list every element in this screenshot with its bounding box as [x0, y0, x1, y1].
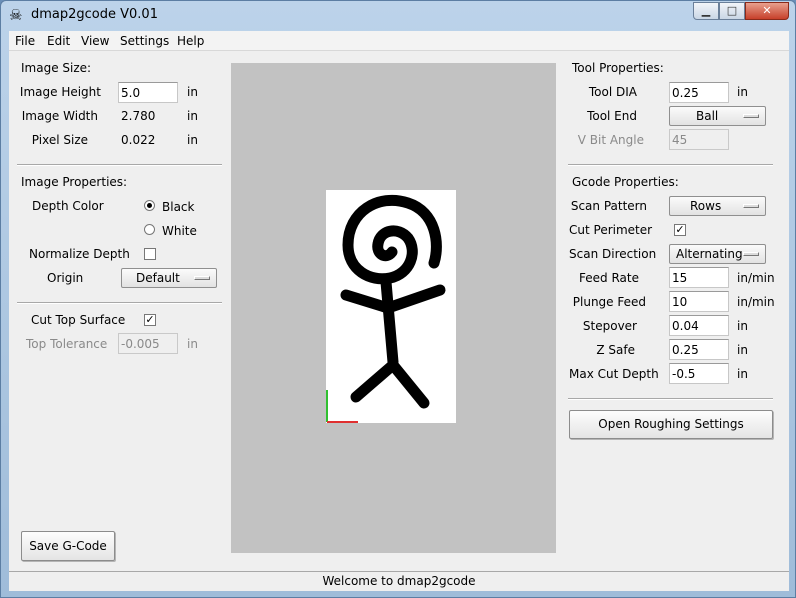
plunge-feed-label: Plunge Feed [572, 295, 646, 309]
app-window: ☠ dmap2gcode V0.01 ▁ □ ✕ File Edit View … [0, 0, 796, 598]
window-title: dmap2gcode V0.01 [31, 7, 158, 22]
figure-body [380, 276, 399, 368]
max-cut-depth-input[interactable] [669, 363, 729, 384]
depth-white-label: White [162, 224, 197, 238]
tool-dia-label: Tool DIA [588, 85, 637, 99]
maximize-button[interactable]: □ [719, 2, 745, 20]
menu-settings[interactable]: Settings [120, 34, 169, 48]
feed-rate-input[interactable] [669, 267, 729, 288]
cut-top-surface-checkbox[interactable]: ✓ [144, 314, 156, 326]
depth-white-radio[interactable] [144, 224, 155, 235]
max-cut-depth-label: Max Cut Depth [569, 367, 659, 381]
stepover-input[interactable] [669, 315, 729, 336]
spiral-head [342, 194, 442, 285]
image-width-value: 2.780 [121, 109, 156, 123]
tool-dia-unit: in [737, 85, 748, 99]
cut-perimeter-label: Cut Perimeter [569, 223, 653, 237]
scan-direction-label: Scan Direction [569, 247, 657, 261]
cut-perimeter-checkbox[interactable]: ✓ [674, 224, 686, 236]
top-tolerance-input [118, 333, 178, 354]
feed-rate-unit: in/min [737, 271, 775, 285]
window-controls: ▁ □ ✕ [693, 2, 789, 20]
skull-icon: ☠ [9, 6, 23, 24]
separator [568, 398, 773, 400]
title-bar[interactable]: ☠ dmap2gcode V0.01 ▁ □ ✕ [1, 1, 795, 29]
dropdown-indicator-icon [743, 114, 759, 118]
top-tolerance-unit: in [187, 337, 198, 351]
depth-color-label: Depth Color [32, 199, 104, 213]
depth-black-label: Black [162, 200, 195, 214]
menu-bar: File Edit View Settings Help [9, 31, 789, 51]
separator [568, 164, 773, 166]
menu-view[interactable]: View [81, 34, 109, 48]
figure-left-leg [350, 359, 399, 403]
figure-right-leg [387, 359, 430, 409]
dropdown-indicator-icon [743, 204, 759, 208]
tool-end-label: Tool End [587, 109, 637, 123]
max-cut-depth-unit: in [737, 367, 748, 381]
stick-figure-image [326, 194, 446, 423]
plunge-feed-input[interactable] [669, 291, 729, 312]
scan-pattern-label: Scan Pattern [570, 199, 647, 213]
vbit-angle-input [669, 129, 729, 150]
cut-top-surface-label: Cut Top Surface [31, 313, 126, 327]
pixel-size-label: Pixel Size [31, 133, 88, 147]
top-tolerance-label: Top Tolerance [26, 337, 108, 351]
minimize-button[interactable]: ▁ [693, 2, 719, 20]
z-safe-label: Z Safe [596, 343, 635, 357]
separator [17, 302, 222, 304]
stepover-unit: in [737, 319, 748, 333]
image-height-label: Image Height [19, 85, 101, 99]
status-bar: Welcome to dmap2gcode [9, 571, 789, 591]
preview-canvas[interactable] [231, 63, 556, 553]
pixel-size-unit: in [187, 133, 198, 147]
normalize-depth-checkbox[interactable] [144, 248, 156, 260]
tool-dia-input[interactable] [669, 82, 729, 103]
figure-right-arm [382, 284, 446, 314]
origin-value: Default [136, 271, 180, 285]
tool-end-value: Ball [696, 109, 719, 123]
scan-pattern-value: Rows [690, 199, 722, 213]
menu-edit[interactable]: Edit [47, 34, 70, 48]
image-width-label: Image Width [21, 109, 98, 123]
origin-label: Origin [47, 271, 84, 285]
scan-direction-value: Alternating [676, 247, 743, 261]
client-area: File Edit View Settings Help Image Size:… [9, 31, 789, 591]
tool-properties-heading: Tool Properties: [572, 61, 664, 75]
image-width-unit: in [187, 109, 198, 123]
vbit-angle-label: V Bit Angle [577, 133, 644, 147]
pixel-size-value: 0.022 [121, 133, 156, 147]
plunge-feed-unit: in/min [737, 295, 775, 309]
feed-rate-label: Feed Rate [579, 271, 639, 285]
dropdown-indicator-icon [194, 276, 210, 280]
stepover-label: Stepover [582, 319, 637, 333]
z-safe-unit: in [737, 343, 748, 357]
gcode-properties-heading: Gcode Properties: [572, 175, 679, 189]
depth-black-radio[interactable] [144, 200, 155, 211]
close-button[interactable]: ✕ [745, 2, 789, 20]
image-canvas [326, 190, 456, 423]
menu-help[interactable]: Help [177, 34, 204, 48]
scan-pattern-dropdown[interactable]: Rows [669, 196, 766, 216]
image-size-heading: Image Size: [21, 61, 92, 75]
image-height-input[interactable] [118, 82, 178, 103]
image-properties-heading: Image Properties: [21, 175, 128, 189]
open-roughing-settings-button[interactable]: Open Roughing Settings [569, 410, 773, 439]
z-safe-input[interactable] [669, 339, 729, 360]
origin-dropdown[interactable]: Default [121, 268, 217, 288]
separator [17, 164, 222, 166]
normalize-depth-label: Normalize Depth [29, 247, 130, 261]
menu-file[interactable]: File [15, 34, 35, 48]
figure-left-arm [340, 289, 394, 314]
scan-direction-dropdown[interactable]: Alternating [669, 244, 766, 264]
save-gcode-button[interactable]: Save G-Code [21, 531, 115, 561]
tool-end-dropdown[interactable]: Ball [669, 106, 766, 126]
image-height-unit: in [187, 85, 198, 99]
dropdown-indicator-icon [743, 252, 759, 256]
